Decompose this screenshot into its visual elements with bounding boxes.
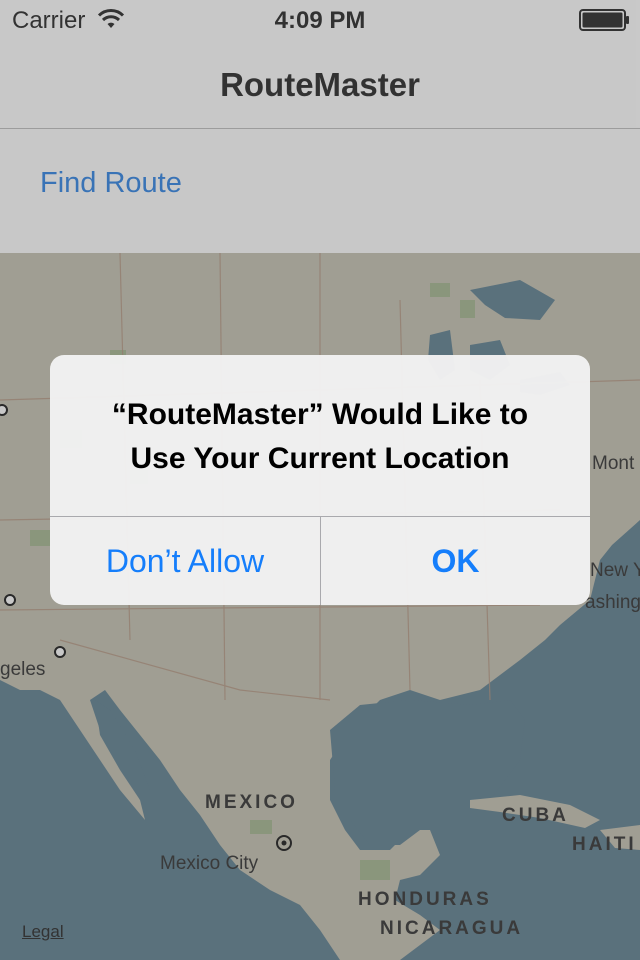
alert-title-line-1: “RouteMaster” Would Like to (111, 398, 529, 431)
map-label-montreal: Mont (592, 453, 635, 474)
map-label-new-york: New Y (590, 560, 640, 581)
page-title: RouteMaster (220, 66, 420, 103)
map-label-haiti: HAITI (572, 834, 637, 855)
status-bar: Carrier 4:09 PM (0, 0, 640, 40)
map-label-washington: ashingt (585, 592, 640, 613)
map-label-mexico-city: Mexico City (160, 853, 259, 874)
ok-button[interactable]: OK (321, 517, 590, 605)
map-label-honduras: HONDURAS (358, 889, 492, 910)
map-label-los-angeles: geles (0, 659, 46, 680)
navigation-bar: RouteMaster (0, 40, 640, 129)
find-route-button[interactable]: Find Route (40, 167, 182, 200)
alert-title: “RouteMaster” Would Like to Use Your Cur… (70, 393, 570, 481)
route-toolbar: Find Route (0, 129, 640, 253)
location-permission-alert: “RouteMaster” Would Like to Use Your Cur… (50, 355, 590, 605)
dont-allow-button[interactable]: Don’t Allow (50, 517, 320, 605)
map-label-mexico: MEXICO (205, 792, 298, 813)
battery-icon (579, 9, 631, 38)
legal-link[interactable]: Legal (22, 922, 64, 942)
map-label-nicaragua: NICARAGUA (380, 918, 524, 939)
alert-title-line-2: Use Your Current Location (130, 442, 510, 475)
map-label-cuba: CUBA (502, 805, 569, 826)
status-time: 4:09 PM (274, 7, 366, 34)
